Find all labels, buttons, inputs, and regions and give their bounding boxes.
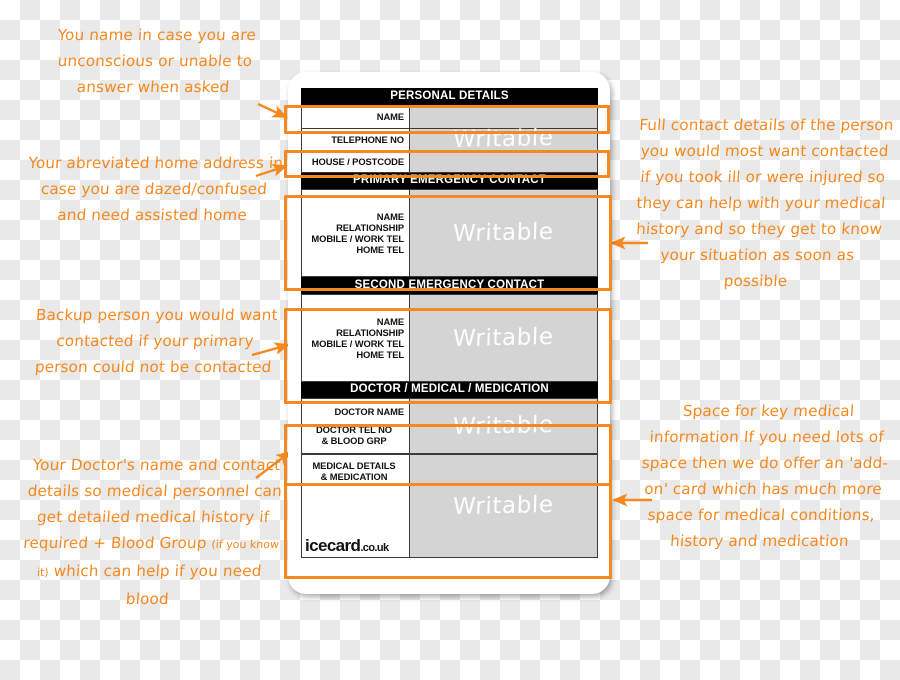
- medical-label-spacer: [302, 482, 409, 537]
- label-second-name: NAME: [376, 315, 404, 327]
- row-telephone-no: TELEPHONE NO Writable: [301, 125, 598, 153]
- ice-card-table: PERSONAL DETAILS NAME TELEPHONE NO Writa…: [301, 88, 598, 558]
- section-header-primary-emergency-contact: PRIMARY EMERGENCY CONTACT: [301, 172, 598, 189]
- row-medical-write-area[interactable]: Writable: [410, 455, 597, 557]
- writable-text-personal: Writable: [452, 124, 555, 154]
- label-house-postcode: HOUSE / POSTCODE: [311, 155, 404, 167]
- label-medical-details: MEDICAL DETAILS: [312, 460, 396, 471]
- doctor-label-gap: [302, 417, 409, 424]
- label-doctor-tel-no: DOCTOR TEL NO: [316, 424, 392, 435]
- label-second-relationship: RELATIONSHIP: [336, 326, 404, 338]
- writable-text-medical: Writable: [452, 491, 555, 521]
- row-medical-details: MEDICAL DETAILS & MEDICATION icecard.co.…: [301, 454, 598, 558]
- row-second-contact-write-area[interactable]: Writable: [410, 294, 597, 381]
- label-telephone-no: TELEPHONE NO: [331, 133, 404, 145]
- row-second-contact: NAME RELATIONSHIP MOBILE / WORK TEL HOME…: [301, 293, 598, 382]
- row-house-postcode: HOUSE / POSTCODE: [301, 150, 598, 173]
- row-name-write-area[interactable]: [410, 105, 597, 128]
- brand-logo: icecard.co.uk: [302, 537, 409, 557]
- label-medication: & MEDICATION: [320, 471, 388, 482]
- label-primary-home-tel: HOME TEL: [356, 244, 404, 255]
- annotation-doctor: Your Doctor's name and contact details s…: [12, 452, 291, 612]
- section-header-doctor-medical-medication: DOCTOR / MEDICAL / MEDICATION: [301, 381, 598, 398]
- annotation-doctor-tail: which can help if you need blood: [48, 562, 263, 608]
- brand-name: icecard: [305, 536, 361, 555]
- annotation-primary-contact: Full contact details of the person you w…: [635, 116, 895, 290]
- section-header-personal-details: PERSONAL DETAILS: [301, 88, 598, 105]
- writable-text-doctor: Writable: [452, 411, 555, 441]
- annotation-name: You name in case you are unconscious or …: [57, 26, 257, 96]
- row-house-labels: HOUSE / POSTCODE: [302, 150, 410, 172]
- row-doctor-write-area[interactable]: Writable: [410, 399, 597, 453]
- row-doctor-labels: DOCTOR NAME DOCTOR TEL NO & BLOOD GRP: [302, 399, 410, 453]
- row-primary-contact: NAME RELATIONSHIP MOBILE / WORK TEL HOME…: [301, 189, 598, 277]
- row-primary-contact-labels: NAME RELATIONSHIP MOBILE / WORK TEL HOME…: [302, 190, 410, 276]
- label-second-mobile-work-tel: MOBILE / WORK TEL: [311, 337, 404, 349]
- writable-text-second-contact: Writable: [452, 323, 555, 352]
- row-doctor: DOCTOR NAME DOCTOR TEL NO & BLOOD GRP Wr…: [301, 398, 598, 454]
- row-house-write-area[interactable]: [410, 150, 597, 172]
- row-telephone-write-area[interactable]: Writable: [410, 125, 597, 153]
- ice-card: PERSONAL DETAILS NAME TELEPHONE NO Writa…: [288, 72, 610, 594]
- label-doctor-blood-grp: & BLOOD GRP: [321, 435, 387, 446]
- annotation-medical-space: Space for key medical information If you…: [641, 402, 889, 550]
- annotation-address: Your abreviated home address in case you…: [27, 154, 284, 224]
- row-name-labels: NAME: [302, 105, 410, 128]
- section-header-second-emergency-contact: SECOND EMERGENCY CONTACT: [301, 277, 598, 294]
- label-primary-mobile-work-tel: MOBILE / WORK TEL: [311, 233, 404, 244]
- row-telephone-labels: TELEPHONE NO: [302, 128, 410, 150]
- label-primary-relationship: RELATIONSHIP: [336, 222, 404, 233]
- label-second-home-tel: HOME TEL: [356, 348, 404, 360]
- writable-text-primary-contact: Writable: [452, 218, 555, 248]
- annotation-backup-contact: Backup person you would want contacted i…: [34, 306, 279, 376]
- brand-tld: .co.uk: [360, 542, 389, 554]
- label-doctor-name: DOCTOR NAME: [334, 406, 404, 417]
- arrow-to-name-row: [257, 102, 288, 119]
- row-second-contact-labels: NAME RELATIONSHIP MOBILE / WORK TEL HOME…: [302, 294, 410, 381]
- label-primary-name: NAME: [376, 211, 404, 222]
- label-name: NAME: [376, 111, 404, 122]
- row-medical-labels: MEDICAL DETAILS & MEDICATION icecard.co.…: [302, 455, 410, 557]
- row-primary-contact-write-area[interactable]: Writable: [410, 190, 597, 276]
